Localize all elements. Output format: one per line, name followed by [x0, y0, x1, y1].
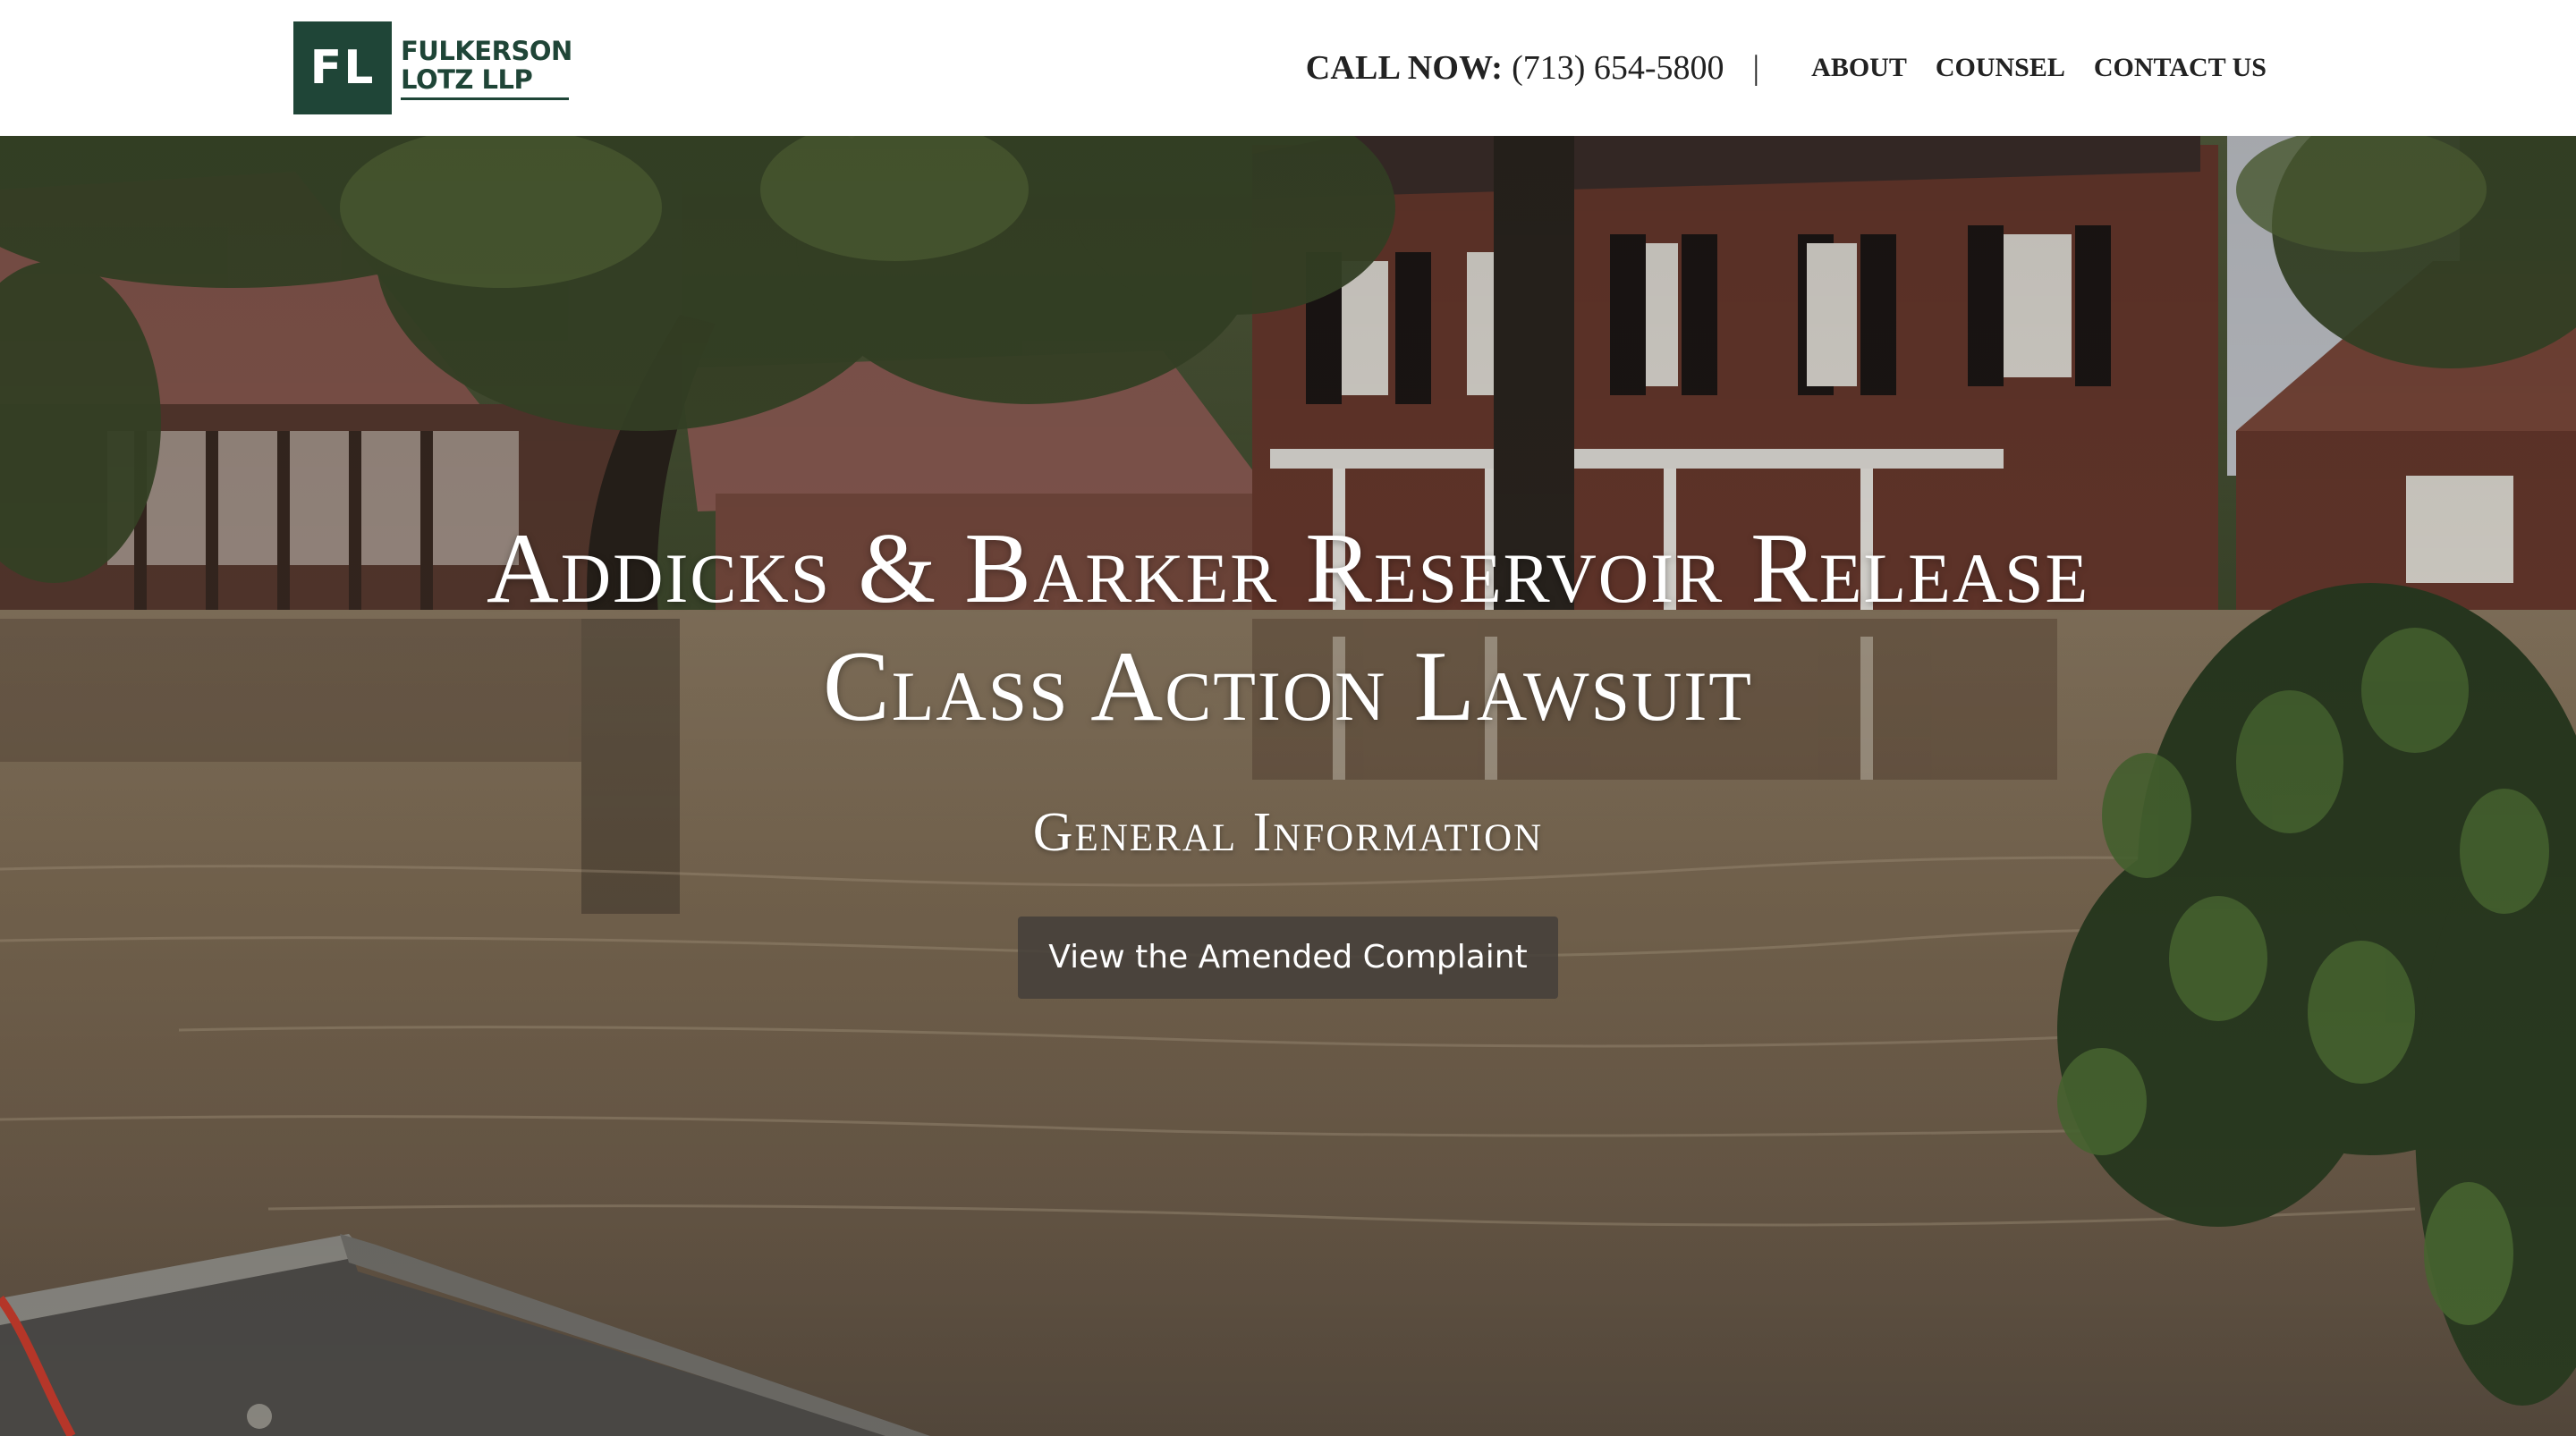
- nav-link-about[interactable]: ABOUT: [1811, 53, 1907, 83]
- hero-content: Addicks & Barker Reservoir Release Class…: [0, 510, 2576, 999]
- nav-link-contact-us[interactable]: CONTACT US: [2094, 53, 2267, 83]
- logo[interactable]: FL FULKERSON LOTZ LLP: [293, 21, 572, 114]
- view-amended-complaint-button[interactable]: View the Amended Complaint: [1018, 917, 1558, 999]
- call-now-label: CALL NOW:: [1305, 49, 1504, 87]
- hero-title-line-2: Class Action Lawsuit: [823, 631, 1753, 742]
- hero-section: Addicks & Barker Reservoir Release Class…: [0, 136, 2576, 1436]
- hero-title: Addicks & Barker Reservoir Release Class…: [394, 510, 2182, 746]
- phone-number-link[interactable]: (713) 654-5800: [1512, 48, 1724, 88]
- hero-title-line-1: Addicks & Barker Reservoir Release: [486, 513, 2090, 624]
- site-header: FL FULKERSON LOTZ LLP CALL NOW: (713) 65…: [0, 0, 2576, 136]
- nav-link-counsel[interactable]: COUNSEL: [1936, 53, 2065, 83]
- logo-line-1: FULKERSON: [401, 35, 572, 66]
- nav-separator: |: [1752, 49, 1760, 87]
- hero-subtitle: General Information: [1032, 802, 1544, 863]
- logo-wordmark: FULKERSON LOTZ LLP: [401, 37, 572, 100]
- top-navigation: CALL NOW: (713) 654-5800 | ABOUT COUNSEL…: [1306, 43, 2267, 93]
- logo-mark: FL: [293, 21, 392, 114]
- logo-line-2: LOTZ LLP: [401, 63, 533, 95]
- logo-underline: [401, 97, 569, 100]
